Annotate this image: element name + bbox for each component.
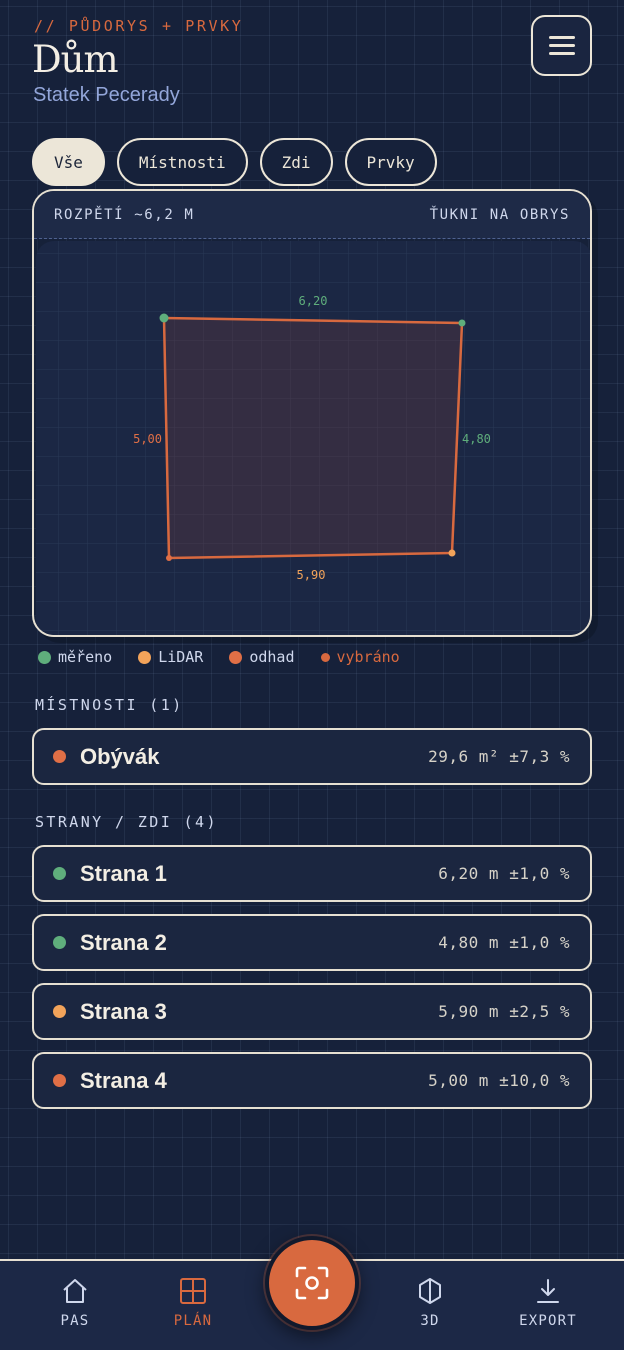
vertex-estimate[interactable] xyxy=(166,555,172,561)
plan-header: ROZPĚTÍ ~6,2 M ŤUKNI NA OBRYS xyxy=(34,191,590,239)
vertex-measured[interactable] xyxy=(159,313,169,323)
wall-row[interactable]: Strana 2 4,80 m ±1,0 % xyxy=(32,914,592,971)
legend-selected: vybráno xyxy=(320,648,400,666)
scan-icon xyxy=(295,1266,329,1300)
wall-name: Strana 3 xyxy=(80,998,167,1024)
walls-heading: STRANY / ZDI (4) xyxy=(35,813,218,831)
yellow-dot-icon xyxy=(138,650,152,664)
rooms-heading: MÍSTNOSTI (1) xyxy=(35,696,184,714)
wall-length: 6,20 m ±1,0 % xyxy=(438,864,570,883)
status-dot-icon xyxy=(53,1005,66,1018)
status-dot-icon xyxy=(53,867,66,880)
page-eyebrow: // PŮDORYS + PRVKY xyxy=(34,17,244,35)
wall-name: Strana 4 xyxy=(80,1067,167,1093)
nav-pas[interactable]: PAS xyxy=(30,1277,120,1329)
wall-name: Strana 2 xyxy=(80,929,167,955)
tab-elements[interactable]: Prvky xyxy=(344,138,437,186)
nav-3d[interactable]: 3D xyxy=(385,1277,475,1329)
wall-length: 5,00 m ±10,0 % xyxy=(428,1071,570,1090)
edge-label-top: 6,20 xyxy=(299,294,328,308)
room-area: 29,6 m² ±7,3 % xyxy=(428,747,570,766)
plan-legend: měřeno LiDAR odhad vybráno xyxy=(38,648,400,666)
small-dot-icon xyxy=(320,652,330,662)
tab-rooms[interactable]: Místnosti xyxy=(116,138,248,186)
home-icon xyxy=(63,1279,87,1303)
status-dot-icon xyxy=(53,1074,66,1087)
tab-all[interactable]: Vše xyxy=(32,138,105,186)
wall-row[interactable]: Strana 1 6,20 m ±1,0 % xyxy=(32,845,592,902)
edge-label-right: 4,80 xyxy=(462,432,491,446)
wall-name: Strana 1 xyxy=(80,860,167,886)
edge-label-bottom: 5,90 xyxy=(297,568,326,582)
room-row[interactable]: Obývák 29,6 m² ±7,3 % xyxy=(32,728,592,785)
download-icon xyxy=(537,1279,559,1303)
legend-lidar: LiDAR xyxy=(138,648,203,666)
filter-tabs: Vše Místnosti Zdi Prvky xyxy=(32,138,437,186)
status-dot-icon xyxy=(53,936,66,949)
legend-measured: měřeno xyxy=(38,648,112,666)
nav-plan[interactable]: PLÁN xyxy=(148,1277,238,1329)
legend-estimate: odhad xyxy=(229,648,295,666)
room-outline[interactable] xyxy=(162,316,464,560)
green-dot-icon xyxy=(38,650,51,664)
wall-length: 5,90 m ±2,5 % xyxy=(438,1002,570,1021)
cube-icon xyxy=(419,1278,441,1304)
nav-export[interactable]: EXPORT xyxy=(503,1277,593,1329)
scan-button[interactable] xyxy=(265,1236,359,1330)
menu-icon xyxy=(548,36,575,39)
orange-dot-icon xyxy=(229,650,243,664)
span-label: ROZPĚTÍ ~6,2 M xyxy=(54,206,195,223)
wall-row[interactable]: Strana 4 5,00 m ±10,0 % xyxy=(32,1052,592,1109)
vertex-measured[interactable] xyxy=(458,319,466,327)
status-dot-icon xyxy=(53,750,66,763)
floor-plan-canvas: 6,20 4,80 5,90 5,00 xyxy=(36,241,590,635)
tab-walls[interactable]: Zdi xyxy=(259,138,333,186)
vertex-lidar[interactable] xyxy=(448,549,456,557)
floor-plan-card: 6,20 4,80 5,90 5,00 ROZPĚTÍ ~6,2 M ŤUKNI… xyxy=(32,189,592,637)
edge-label-left: 5,00 xyxy=(133,432,162,446)
page-title: Dům xyxy=(32,38,119,81)
room-name: Obývák xyxy=(80,743,160,769)
wall-row[interactable]: Strana 3 5,90 m ±2,5 % xyxy=(32,983,592,1040)
tap-hint: ŤUKNI NA OBRYS xyxy=(429,206,570,223)
page-subtitle: Statek Pecerady xyxy=(33,84,180,106)
floor-plan-icon xyxy=(180,1278,206,1304)
menu-button[interactable] xyxy=(531,15,592,76)
wall-length: 4,80 m ±1,0 % xyxy=(438,933,570,952)
